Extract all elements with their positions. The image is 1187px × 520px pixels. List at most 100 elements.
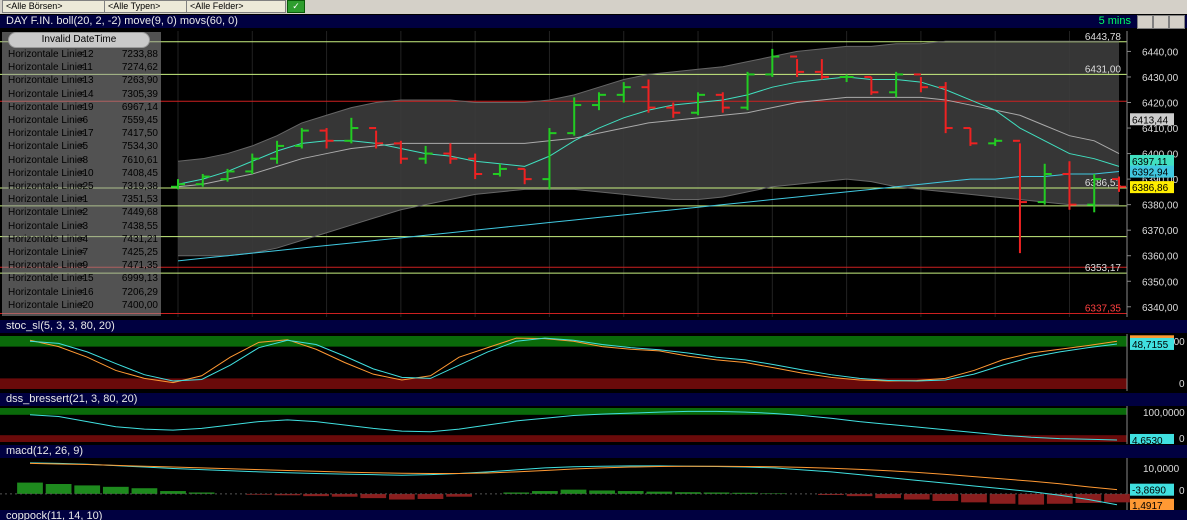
price-tag-label: 6392,94 xyxy=(1132,168,1169,179)
legend-row-value: 7417,50 xyxy=(121,128,158,140)
legend-row-value: 7263,90 xyxy=(121,75,158,87)
legend-row: Horizontale Linie8 = 7610,61 xyxy=(5,154,160,167)
price-axis-label: 6380,00 xyxy=(1142,201,1179,212)
legend-row-value: 7206,29 xyxy=(121,286,158,298)
value-tag-label: 4,6530 xyxy=(1132,436,1163,444)
histogram-bar xyxy=(245,493,272,495)
legend-row: Horizontale Linie17 = 7417,50 xyxy=(5,127,160,140)
legend-row: Horizontale Linie10 = 7408,45 xyxy=(5,167,160,180)
legend-row-value: 7431,21 xyxy=(121,233,158,245)
legend-row-equals: = xyxy=(79,49,85,60)
histogram-bar xyxy=(589,490,615,494)
legend-row-value: 7408,45 xyxy=(121,167,158,179)
price-axis-label: 6360,00 xyxy=(1142,252,1179,263)
value-tag-label: -3,8690 xyxy=(1132,486,1166,497)
histogram-bar xyxy=(45,484,72,494)
histogram-bar xyxy=(131,488,158,494)
coppock-panel-title: coppock(11, 14, 10) xyxy=(6,510,103,520)
value-tag-label: 48,7155 xyxy=(1132,340,1169,351)
histogram-bar xyxy=(388,493,415,500)
legend-row-equals: = xyxy=(79,299,85,311)
histogram-bar xyxy=(932,493,959,501)
legend-row-value: 7559,45 xyxy=(121,115,158,126)
legend-row-equals: = xyxy=(79,115,85,126)
legend-row: Horizontale Linie6 = 7559,45 xyxy=(5,114,160,127)
histogram-bar xyxy=(417,493,444,499)
legend-row-value: 7400,00 xyxy=(121,299,158,311)
histogram-bar xyxy=(961,493,987,503)
legend-row: Horizontale Linie5 = 7534,30 xyxy=(5,140,160,153)
coppock-panel-header: coppock(11, 14, 10) xyxy=(0,510,1187,520)
market-combo[interactable]: <Alle Börsen> xyxy=(2,0,106,13)
legend-row-name: Horizontale Linie3 xyxy=(8,220,89,232)
minimize-button[interactable] xyxy=(1137,15,1153,29)
legend-row-equals: = xyxy=(79,167,85,179)
timeframe-label: 5 mins xyxy=(1098,15,1131,27)
legend-row-equals: = xyxy=(79,233,85,245)
panel-axis-label: 10,0000 xyxy=(1143,464,1180,475)
legend-row: Horizontale Linie1 = 7351,53 xyxy=(5,193,160,206)
field-combo[interactable]: <Alle Felder> xyxy=(186,0,286,13)
histogram-bar xyxy=(160,491,186,494)
legend-row-name: Horizontale Linie7 xyxy=(8,247,89,258)
price-axis-label: 6430,00 xyxy=(1142,73,1179,84)
stoc-panel-title: stoc_sl(5, 3, 3, 80, 20) xyxy=(6,320,115,332)
overbought-zone xyxy=(0,336,1127,347)
horizontal-line-label: 6353,17 xyxy=(1085,263,1122,274)
legend-row-name: Horizontale Linie6 xyxy=(8,115,89,126)
legend-row-name: Horizontale Linie5 xyxy=(8,141,89,153)
panel-axis-label: 100,0000 xyxy=(1143,408,1185,419)
dss-chart[interactable]: 100,0000 0 4,6530 xyxy=(0,406,1187,444)
legend-row-value: 7305,39 xyxy=(121,88,158,100)
legend-row: Horizontale Linie9 = 7471,35 xyxy=(5,259,160,272)
go-button[interactable]: ✓ xyxy=(287,0,305,13)
price-axis-label: 6420,00 xyxy=(1142,99,1179,110)
legend-row-equals: = xyxy=(79,88,85,100)
legend-row-name: Horizontale Linie1 xyxy=(8,194,89,206)
legend-row: Horizontale Linie20 = 7400,00 xyxy=(5,299,160,312)
price-axis-label: 6370,00 xyxy=(1142,226,1179,237)
legend-row-value: 7438,55 xyxy=(121,220,158,232)
legend-row-equals: = xyxy=(79,220,85,232)
legend-row-value: 7274,62 xyxy=(121,62,158,74)
legend-row-equals: = xyxy=(79,247,85,258)
legend-row-equals: = xyxy=(79,154,85,166)
horizontal-lines-legend: Invalid DateTime Horizontale Linie12 = 723… xyxy=(2,32,161,316)
macd-panel-title: macd(12, 26, 9) xyxy=(6,445,84,457)
maximize-button[interactable] xyxy=(1153,15,1169,29)
main-price-chart[interactable]: 6443,786431,006386,516353,176337,35 6340,… xyxy=(0,29,1187,319)
main-chart-header: DAY F.IN. boll(20, 2, -2) move(9, 0) mov… xyxy=(0,15,1187,29)
main-chart-title: DAY F.IN. boll(20, 2, -2) move(9, 0) mov… xyxy=(6,15,238,27)
legend-row-equals: = xyxy=(79,128,85,140)
legend-row-name: Horizontale Linie4 xyxy=(8,233,89,245)
stoc-panel-header: stoc_sl(5, 3, 3, 80, 20) xyxy=(0,320,1187,333)
type-combo[interactable]: <Alle Typen> xyxy=(104,0,188,13)
legend-row-equals: = xyxy=(79,75,85,87)
toolbar: <Alle Börsen> <Alle Typen> <Alle Felder>… xyxy=(0,0,1187,14)
panel-axis-label: 0 xyxy=(1179,486,1185,497)
legend-row-value: 7233,88 xyxy=(121,49,158,60)
histogram-bar xyxy=(1104,493,1130,503)
horizontal-line-label: 6431,00 xyxy=(1085,64,1122,75)
legend-row-equals: = xyxy=(79,141,85,153)
close-button[interactable] xyxy=(1169,15,1185,29)
legend-row-name: Horizontale Linie8 xyxy=(8,154,89,166)
legend-row-value: 6967,14 xyxy=(121,101,158,113)
macd-chart[interactable]: 10,0000 0 1,4917 -3,8690 xyxy=(0,458,1187,510)
histogram-bar xyxy=(989,493,1016,504)
legend-row: Horizontale Linie14 = 7305,39 xyxy=(5,88,160,101)
legend-row: Horizontale Linie7 = 7425,25 xyxy=(5,246,160,259)
legend-row: Horizontale Linie19 = 6967,14 xyxy=(5,101,160,114)
invalid-datetime-label: Invalid DateTime xyxy=(8,32,150,48)
histogram-bar xyxy=(560,489,587,494)
histogram-bar xyxy=(17,482,43,494)
dss-panel-header: dss_bressert(21, 3, 80, 20) xyxy=(0,393,1187,406)
legend-row-value: 7319,38 xyxy=(121,181,158,192)
legend-row-value: 6999,13 xyxy=(121,273,158,285)
legend-row-equals: = xyxy=(79,194,85,206)
legend-row-value: 7425,25 xyxy=(121,247,158,258)
legend-row-equals: = xyxy=(79,62,85,74)
legend-row-value: 7449,68 xyxy=(121,207,158,219)
stoc-chart[interactable]: 100,0000058,333348,7155 xyxy=(0,334,1187,391)
histogram-bar xyxy=(903,493,930,500)
